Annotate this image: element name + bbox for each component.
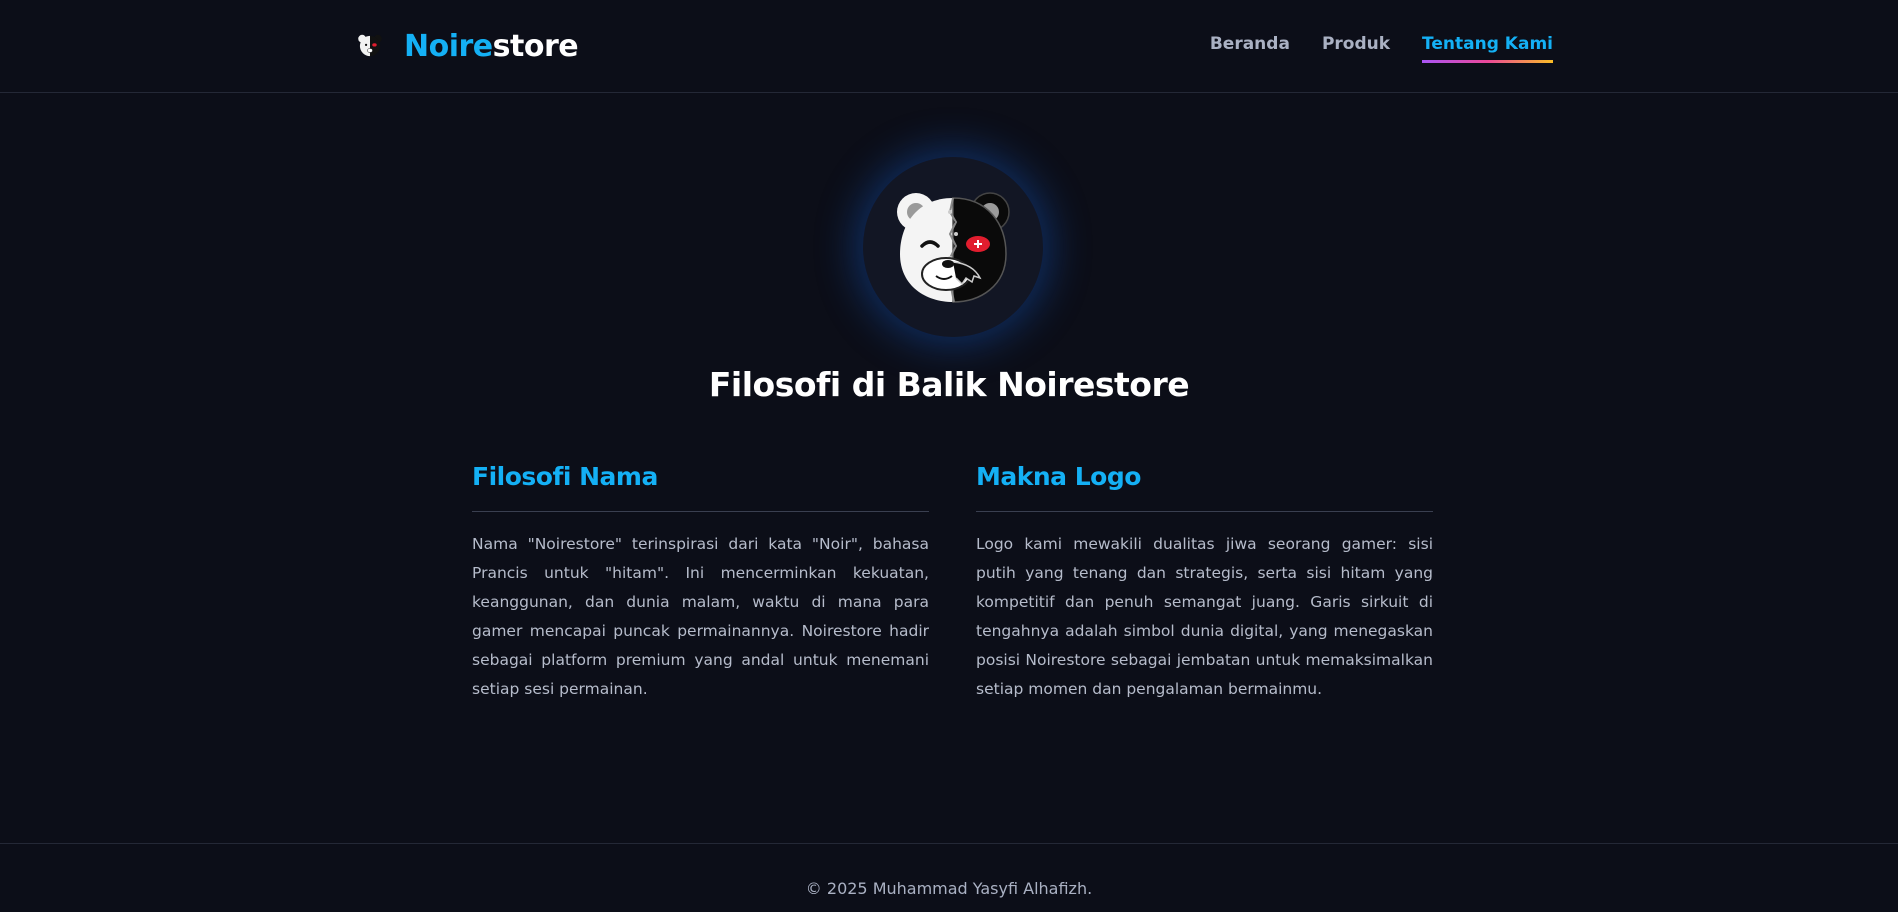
brand-name: Noirestore (404, 28, 579, 64)
monokuma-bear-icon (897, 192, 1010, 303)
section-title: Makna Logo (976, 462, 1433, 512)
nav-item-beranda: Beranda (1210, 34, 1290, 63)
section-title: Filosofi Nama (472, 462, 929, 512)
nav-link-tentang-kami[interactable]: Tentang Kami (1422, 34, 1553, 63)
footer-copyright: © 2025 Muhammad Yasyfi Alhafizh. (805, 879, 1093, 898)
navbar: Noirestore Beranda Produk Tentang Kami (0, 0, 1898, 93)
monokuma-bear-icon (358, 34, 382, 57)
section-body: Logo kami mewakili dualitas jiwa seorang… (976, 535, 1433, 698)
nav-link-produk[interactable]: Produk (1322, 34, 1390, 60)
section-body: Nama "Noirestore" terinspirasi dari kata… (472, 535, 929, 698)
nav-item-tentang-kami: Tentang Kami (1422, 34, 1553, 63)
footer: © 2025 Muhammad Yasyfi Alhafizh. (0, 843, 1898, 912)
main-nav: Beranda Produk Tentang Kami (1210, 34, 1553, 63)
hero-logo-circle (863, 157, 1043, 337)
page-title: Filosofi di Balik Noirestore (708, 365, 1190, 404)
nav-link-beranda[interactable]: Beranda (1210, 34, 1290, 60)
brand-link[interactable]: Noirestore (356, 28, 579, 64)
section-makna-logo: Makna Logo Logo kami mewakili dualitas j… (976, 462, 1433, 704)
nav-item-produk: Produk (1322, 34, 1390, 63)
brand-name-part2: store (492, 28, 579, 64)
brand-name-part1: Noire (404, 28, 493, 64)
section-filosofi-nama: Filosofi Nama Nama "Noirestore" terinspi… (472, 462, 929, 704)
